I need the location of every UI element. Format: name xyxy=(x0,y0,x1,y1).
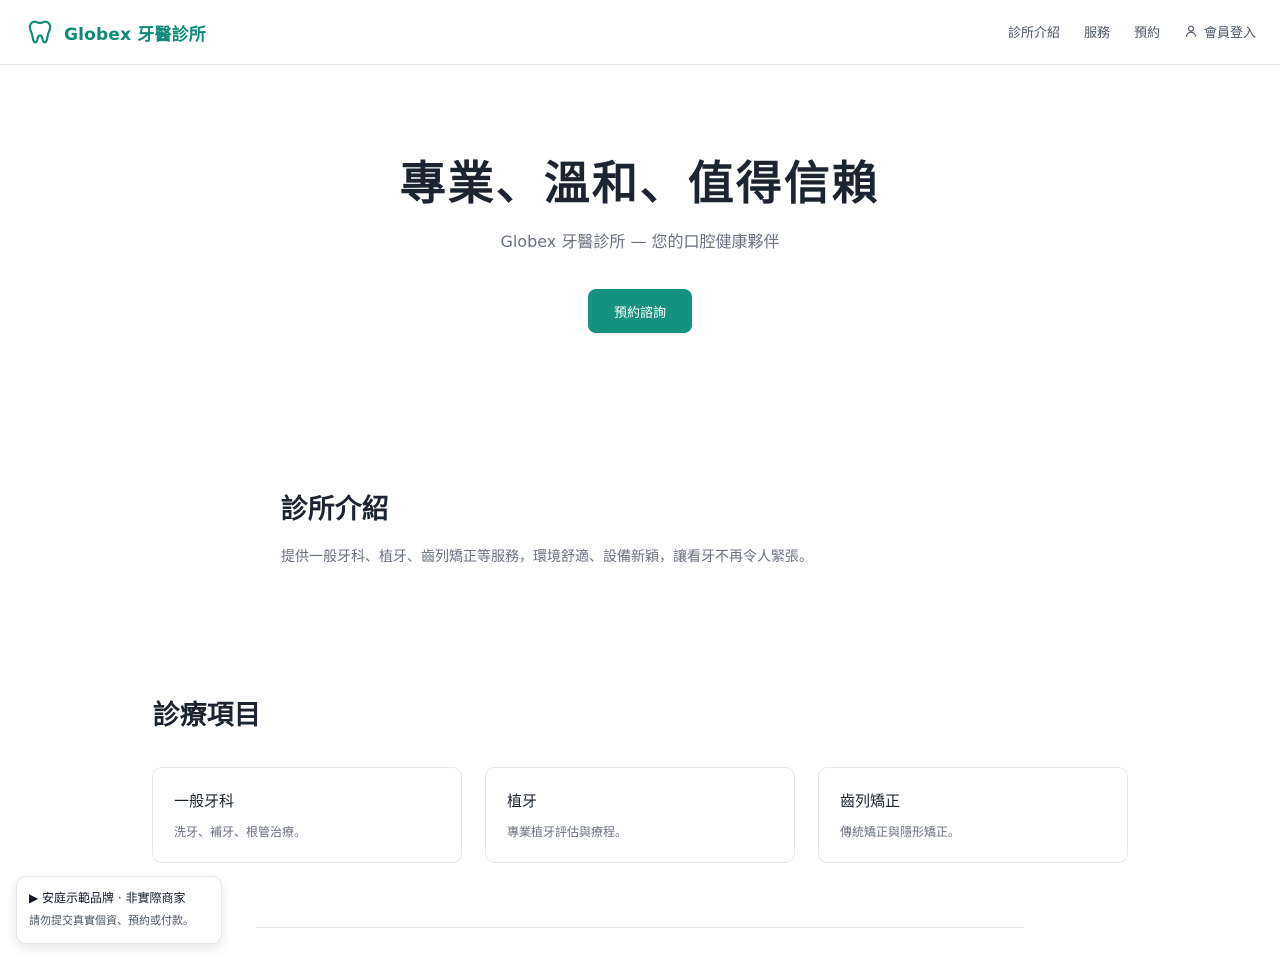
nav-link-about[interactable]: 診所介紹 xyxy=(1008,22,1060,41)
about-text: 提供一般牙科、植牙、齒列矯正等服務，環境舒適、設備新穎，讓看牙不再令人緊張。 xyxy=(281,549,813,565)
service-card-desc: 專業植牙評估與療程。 xyxy=(507,825,628,839)
service-card-title: 齒列矯正 xyxy=(840,792,901,810)
site-header: Globex 牙醫診所 診所介紹 服務 預約 會員登入 xyxy=(0,0,1280,65)
brand-name: Globex 牙醫診所 xyxy=(64,24,207,45)
demo-notice-title[interactable]: ▶ 安庭示範品牌 · 非實際商家 xyxy=(29,889,219,907)
nav-link-login[interactable]: 會員登入 xyxy=(1184,22,1256,41)
about-title: 診所介紹 xyxy=(281,494,389,525)
service-card-general: 一般牙科 洗牙、補牙、根管治療。 xyxy=(152,767,462,863)
book-consultation-button[interactable]: 預約諮詢 xyxy=(588,289,692,333)
nav-link-services[interactable]: 服務 xyxy=(1084,22,1110,41)
service-card-orthodontics: 齒列矯正 傳統矯正與隱形矯正。 xyxy=(818,767,1128,863)
service-card-title: 植牙 xyxy=(507,792,538,810)
service-card-implant: 植牙 專業植牙評估與療程。 xyxy=(485,767,795,863)
service-card-title: 一般牙科 xyxy=(174,792,235,810)
demo-notice-text: 請勿提交真實個資、預約或付款。 xyxy=(29,914,194,927)
nav-link-booking[interactable]: 預約 xyxy=(1134,22,1160,41)
hero-subtitle: Globex 牙醫診所 — 您的口腔健康夥伴 xyxy=(500,232,780,251)
service-card-desc: 傳統矯正與隱形矯正。 xyxy=(840,825,961,839)
brand-link[interactable]: Globex 牙醫診所 xyxy=(26,17,206,47)
services-title: 診療項目 xyxy=(153,700,261,731)
tooth-icon xyxy=(26,18,54,46)
hero-title: 專業、溫和、值得信賴 xyxy=(400,156,880,210)
page: Globex 牙醫診所 診所介紹 服務 預約 會員登入 專業、溫和、值得信賴 G… xyxy=(0,0,1280,960)
login-label: 會員登入 xyxy=(1203,25,1256,41)
user-icon xyxy=(1184,24,1198,38)
main-nav: 診所介紹 服務 預約 會員登入 xyxy=(1008,20,1256,42)
demo-notice: ▶ 安庭示範品牌 · 非實際商家 請勿提交真實個資、預約或付款。 xyxy=(16,876,222,944)
section-divider xyxy=(256,927,1024,928)
service-card-desc: 洗牙、補牙、根管治療。 xyxy=(174,825,307,839)
